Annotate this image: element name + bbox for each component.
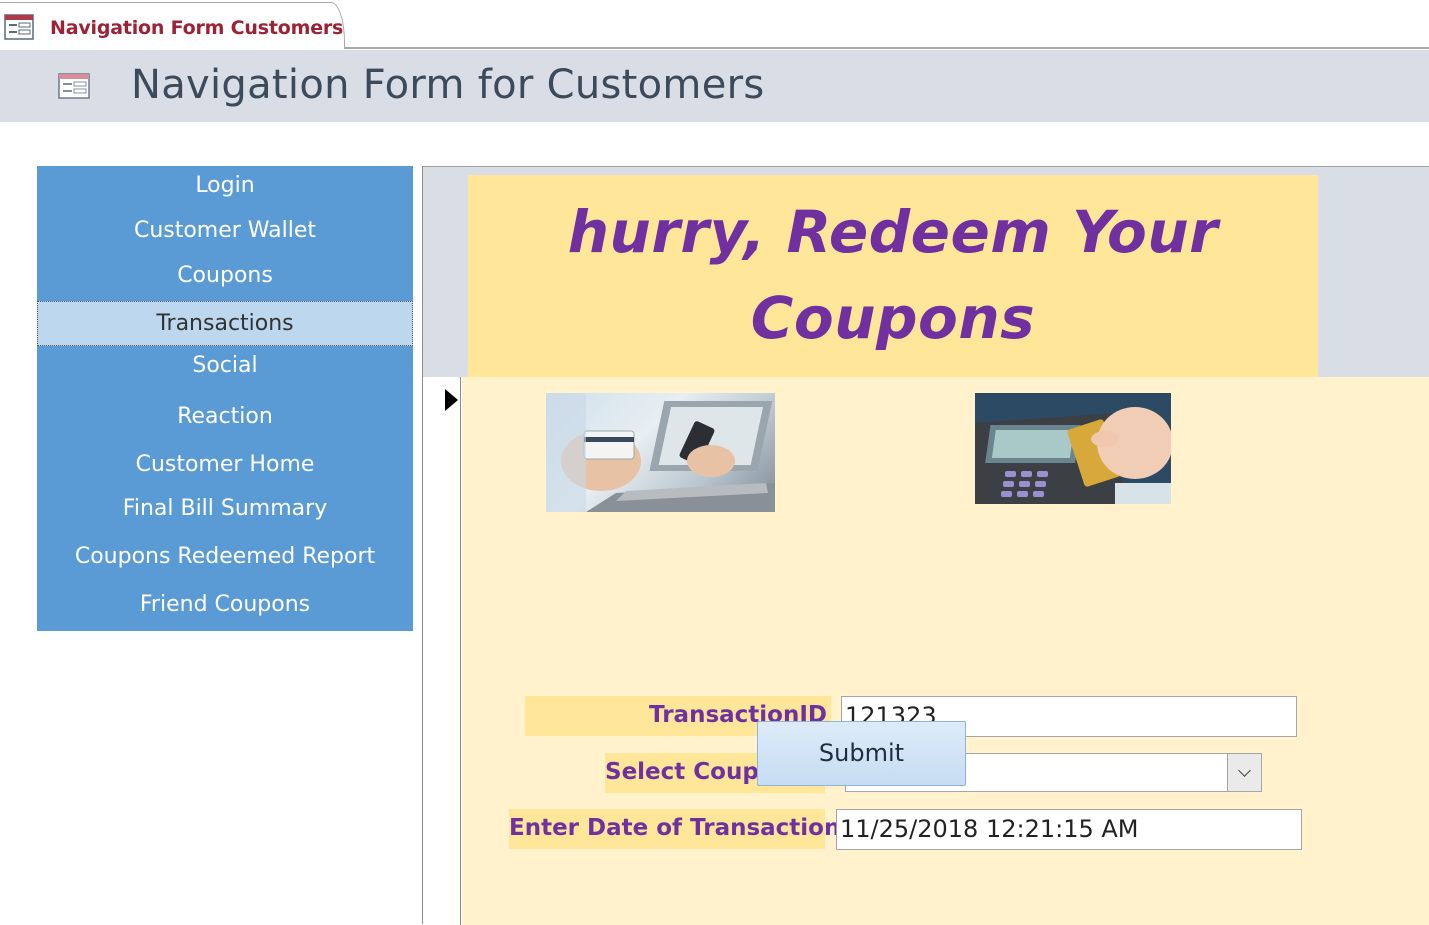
card-terminal-photo [975,393,1171,504]
document-tab[interactable]: Navigation Form Customers [0,2,345,49]
online-payment-illustration [546,393,775,512]
page-title: Navigation Form for Customers [131,62,765,108]
navigation-pane: Login Customer Wallet Coupons Transactio… [37,166,413,631]
form-icon [58,73,90,99]
nav-item-customer-home[interactable]: Customer Home [37,452,413,484]
online-payment-photo [546,393,775,512]
nav-item-customer-wallet[interactable]: Customer Wallet [37,218,413,250]
transaction-date-label: Enter Date of Transaction [509,809,840,849]
nav-item-transactions[interactable]: Transactions [37,301,413,346]
promo-banner: hurry, Redeem Your Coupons Today ! [468,175,1318,438]
record-selector[interactable] [423,377,461,925]
form-icon [4,14,34,40]
nav-item-login[interactable]: Login [37,173,413,205]
nav-item-coupons[interactable]: Coupons [37,263,413,295]
nav-item-friend-coupons[interactable]: Friend Coupons [37,592,413,624]
nav-item-coupons-redeemed-report[interactable]: Coupons Redeemed Report [37,544,413,576]
submit-button[interactable]: Submit [757,721,966,786]
form-header: Navigation Form for Customers [0,50,1429,122]
document-tab-strip: Navigation Form Customers [0,0,1429,50]
transactions-subform: hurry, Redeem Your Coupons Today ! [422,166,1429,925]
subform-detail: TransactionID 121323 Select Coupon ID 89… [462,377,1429,925]
chevron-down-icon[interactable] [1227,754,1261,791]
nav-item-final-bill-summary[interactable]: Final Bill Summary [37,496,413,528]
current-record-arrow-icon [445,389,458,411]
subform-header: hurry, Redeem Your Coupons Today ! [423,167,1429,438]
document-tab-label: Navigation Form Customers [50,17,344,39]
card-terminal-illustration [975,393,1171,504]
nav-item-reaction[interactable]: Reaction [37,404,413,436]
nav-item-social[interactable]: Social [37,353,413,385]
transaction-date-field[interactable]: 11/25/2018 12:21:15 AM [836,809,1302,850]
banner-line-1: hurry, Redeem Your Coupons [567,198,1219,352]
